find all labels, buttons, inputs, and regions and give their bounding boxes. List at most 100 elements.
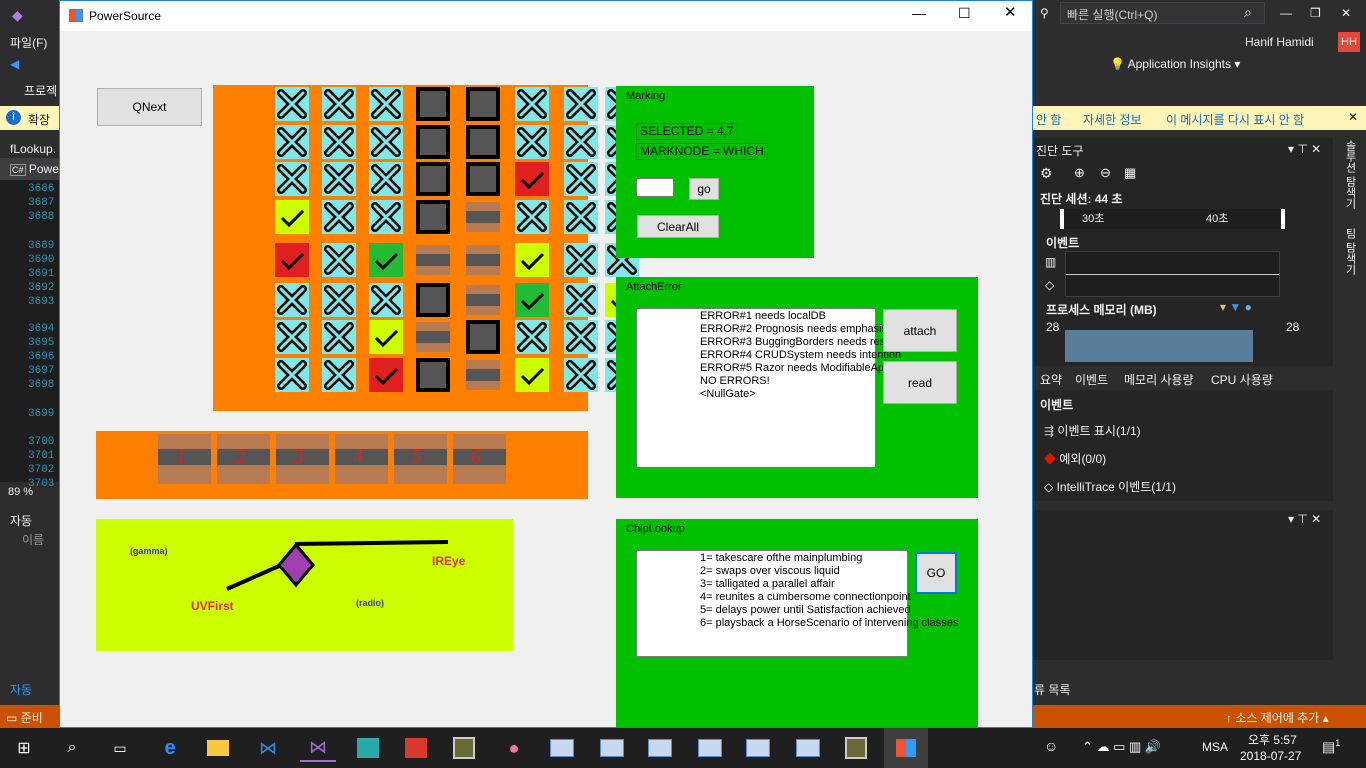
grid-cell-x[interactable] bbox=[515, 320, 549, 354]
window-icon-5[interactable] bbox=[740, 734, 776, 762]
solution-explorer-tab[interactable]: 솔루션 탐색기 bbox=[1342, 140, 1358, 209]
close-icon[interactable]: ✕ bbox=[1341, 6, 1351, 20]
grid-cell-x[interactable] bbox=[275, 125, 309, 159]
grid-cell-x[interactable] bbox=[564, 358, 598, 392]
grid-cell-x[interactable] bbox=[369, 87, 403, 121]
vscode-icon[interactable]: ⋈ bbox=[250, 734, 286, 762]
grid-cell-x[interactable] bbox=[369, 125, 403, 159]
app-icon-4[interactable] bbox=[398, 734, 434, 762]
user-name[interactable]: Hanif Hamidi bbox=[1245, 35, 1314, 49]
grid-cell-x[interactable] bbox=[275, 358, 309, 392]
grid-cell-x[interactable] bbox=[369, 283, 403, 317]
edge-icon[interactable]: e bbox=[152, 734, 188, 762]
diag-tab[interactable]: CPU 사용량 bbox=[1211, 371, 1273, 388]
go-lookup-button[interactable]: GO bbox=[915, 552, 957, 594]
grid-cell-brown[interactable] bbox=[466, 285, 500, 315]
chip-3[interactable]: 3 bbox=[276, 434, 329, 484]
chip-2[interactable]: 2 bbox=[217, 434, 270, 484]
people-taskbar-icon[interactable]: ☺ bbox=[1044, 738, 1058, 754]
app-icon-6[interactable] bbox=[838, 734, 874, 762]
project-dropdown[interactable]: C# Power bbox=[10, 162, 63, 176]
show-events-item[interactable]: ⇶ 이벤트 표시(1/1) bbox=[1044, 422, 1141, 439]
grid-cell-yellow[interactable] bbox=[515, 243, 549, 277]
grid-cell-brown[interactable] bbox=[466, 360, 500, 390]
chip-1[interactable]: 1 bbox=[158, 434, 211, 484]
auto-tab[interactable]: 자동 bbox=[10, 681, 32, 698]
read-button[interactable]: read bbox=[883, 361, 957, 404]
proc-mem-section[interactable]: 프로세스 메모리 (MB) bbox=[1046, 301, 1157, 318]
file-tab[interactable]: fLookup. bbox=[10, 142, 56, 156]
reset-icon[interactable]: ▦ bbox=[1124, 165, 1136, 181]
grid-cell-x[interactable] bbox=[369, 162, 403, 196]
grid-cell-x[interactable] bbox=[275, 320, 309, 354]
start-icon[interactable]: ⊞ bbox=[6, 734, 42, 762]
grid-cell-x[interactable] bbox=[564, 243, 598, 277]
grid-cell-yellow[interactable] bbox=[515, 358, 549, 392]
exceptions-item[interactable]: ◆ 예외(0/0) bbox=[1044, 450, 1106, 467]
grid-cell-x[interactable] bbox=[515, 125, 549, 159]
source-control-button[interactable]: ↑ 소스 제어에 추가 ▴ bbox=[1226, 709, 1329, 726]
grid-cell-green[interactable] bbox=[369, 243, 403, 277]
grid-cell-brown[interactable] bbox=[466, 245, 500, 275]
grid-cell-brown[interactable] bbox=[416, 245, 450, 275]
file-explorer-icon[interactable] bbox=[200, 734, 236, 762]
grid-cell-box[interactable] bbox=[466, 162, 500, 196]
grid-cell-box[interactable] bbox=[416, 200, 450, 234]
clock-date[interactable]: 2018-07-27 bbox=[1240, 749, 1301, 763]
app-icon-5[interactable] bbox=[446, 734, 482, 762]
grid-cell-box[interactable] bbox=[416, 162, 450, 196]
grid-cell-x[interactable] bbox=[564, 125, 598, 159]
qnext-button[interactable]: QNext bbox=[97, 88, 202, 126]
window-icon-4[interactable] bbox=[692, 734, 728, 762]
grid-cell-red[interactable] bbox=[369, 358, 403, 392]
grid-cell-x[interactable] bbox=[369, 200, 403, 234]
user-avatar[interactable]: HH bbox=[1338, 32, 1360, 52]
grid-cell-x[interactable] bbox=[275, 283, 309, 317]
events-section[interactable]: 이벤트 bbox=[1046, 234, 1079, 251]
minimize-button[interactable]: — bbox=[912, 6, 926, 20]
tray-icons[interactable]: ⌃ ☁ ▭ ▥ 🔊 bbox=[1082, 739, 1161, 755]
error-list-tab[interactable]: 류 목록 bbox=[1034, 681, 1070, 698]
window-icon-1[interactable] bbox=[544, 734, 580, 762]
grid-cell-x[interactable] bbox=[322, 200, 356, 234]
grid-cell-box[interactable] bbox=[466, 320, 500, 354]
grid-cell-x[interactable] bbox=[275, 87, 309, 121]
chip-6[interactable]: 6 bbox=[453, 434, 506, 484]
zoom-in-icon[interactable]: ⊕ bbox=[1074, 165, 1085, 181]
pin-icon[interactable]: ▾ ⊤ ✕ bbox=[1288, 142, 1321, 156]
attach-button[interactable]: attach bbox=[883, 309, 957, 352]
grid-cell-x[interactable] bbox=[322, 87, 356, 121]
grid-cell-box[interactable] bbox=[416, 283, 450, 317]
grid-cell-x[interactable] bbox=[322, 358, 356, 392]
grid-cell-box[interactable] bbox=[466, 87, 500, 121]
zoom-out-icon[interactable]: ⊖ bbox=[1100, 165, 1111, 181]
pause-icon[interactable]: ▥ bbox=[1045, 255, 1056, 269]
settings-icon[interactable]: ⚙ bbox=[1040, 165, 1053, 182]
diamond-node[interactable] bbox=[277, 542, 315, 588]
grid-cell-red[interactable] bbox=[275, 243, 309, 277]
close-button[interactable]: ✕ bbox=[1004, 5, 1017, 20]
vs-menu-file[interactable]: 파일(F) bbox=[10, 34, 47, 51]
grid-cell-x[interactable] bbox=[322, 320, 356, 354]
grid-cell-yellow[interactable] bbox=[369, 320, 403, 354]
clearall-button[interactable]: ClearAll bbox=[637, 215, 719, 238]
grid-cell-brown[interactable] bbox=[416, 322, 450, 352]
diag-tab[interactable]: 요약 bbox=[1040, 371, 1062, 388]
paint-icon[interactable]: ● bbox=[496, 734, 532, 762]
filter-icon[interactable]: ⚲ bbox=[1040, 6, 1049, 20]
grid-cell-x[interactable] bbox=[564, 283, 598, 317]
maximize-button[interactable]: ☐ bbox=[958, 6, 971, 20]
info-close-icon[interactable]: ✕ bbox=[1348, 110, 1358, 124]
app-icon-3[interactable] bbox=[350, 734, 386, 762]
grid-cell-x[interactable] bbox=[564, 162, 598, 196]
grid-cell-box[interactable] bbox=[416, 358, 450, 392]
info-dismiss-link[interactable]: 이 메시지를 다시 표시 안 함 bbox=[1166, 111, 1304, 128]
grid-cell-x[interactable] bbox=[322, 243, 356, 277]
grid-cell-box[interactable] bbox=[416, 125, 450, 159]
grid-cell-x[interactable] bbox=[515, 87, 549, 121]
grid-cell-x[interactable] bbox=[564, 320, 598, 354]
grid-cell-x[interactable] bbox=[322, 283, 356, 317]
marking-input[interactable] bbox=[636, 178, 674, 197]
chip-4[interactable]: 4 bbox=[335, 434, 388, 484]
notification-icon[interactable]: ▤1 bbox=[1322, 738, 1340, 756]
